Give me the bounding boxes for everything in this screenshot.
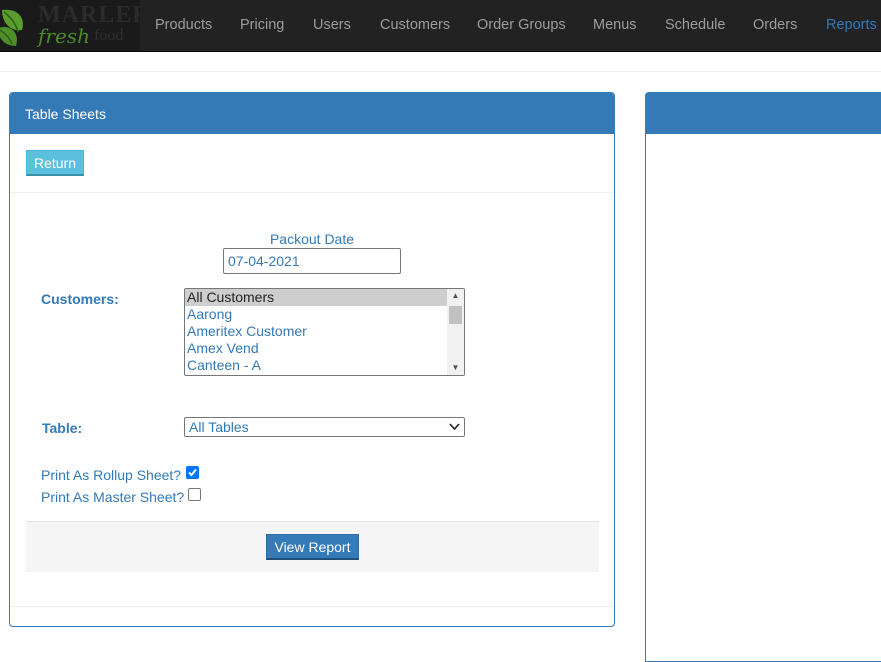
nav-products[interactable]: Products	[155, 17, 212, 33]
brand-logo[interactable]: MARLER fresh food	[0, 0, 140, 51]
customer-option-all[interactable]: All Customers	[185, 289, 447, 306]
customers-listbox[interactable]: All Customers Aarong Ameritex Customer A…	[184, 288, 465, 376]
master-sheet-label: Print As Master Sheet?	[41, 489, 185, 505]
form-footer-well: View Report	[26, 521, 599, 572]
checkmark-icon	[188, 468, 197, 477]
chevron-down-icon	[449, 423, 460, 431]
header-divider	[0, 71, 881, 72]
customers-label: Customers:	[41, 291, 119, 307]
customer-option-ameritex[interactable]: Ameritex Customer	[185, 323, 447, 340]
table-sheets-panel: Table Sheets Return Packout Date Custome…	[9, 92, 615, 627]
return-button[interactable]: Return	[26, 150, 84, 176]
scrollbar-thumb[interactable]	[449, 306, 462, 324]
triangle-down-icon[interactable]: ▼	[447, 361, 464, 375]
packout-date-input[interactable]	[223, 248, 401, 274]
table-label: Table:	[42, 420, 83, 436]
customer-option-amex-vend[interactable]: Amex Vend	[185, 340, 447, 357]
brand-text-food: food	[94, 27, 124, 44]
table-select[interactable]: All Tables	[184, 417, 465, 437]
nav-reports[interactable]: Reports	[826, 17, 877, 33]
nav-menus[interactable]: Menus	[593, 17, 637, 33]
nav-customers[interactable]: Customers	[380, 17, 450, 33]
master-sheet-checkbox[interactable]	[188, 488, 201, 501]
rollup-sheet-label: Print As Rollup Sheet?	[41, 467, 182, 483]
report-output-heading	[646, 93, 881, 134]
customer-option-aarong[interactable]: Aarong	[185, 306, 447, 323]
customer-option-canteen-a[interactable]: Canteen - A	[185, 357, 447, 374]
rollup-sheet-checkbox[interactable]	[186, 466, 199, 479]
view-report-button[interactable]: View Report	[266, 534, 359, 560]
nav-schedule[interactable]: Schedule	[665, 17, 725, 33]
nav-pricing[interactable]: Pricing	[240, 17, 284, 33]
nav-order-groups[interactable]: Order Groups	[477, 17, 566, 33]
brand-text-fresh: fresh	[38, 24, 90, 48]
nav-orders[interactable]: Orders	[753, 17, 797, 33]
panel-footer-divider	[10, 606, 614, 607]
listbox-scrollbar[interactable]: ▲ ▼	[447, 289, 464, 375]
leaf-icon	[0, 9, 23, 46]
triangle-up-icon[interactable]: ▲	[447, 289, 464, 303]
report-output-panel	[645, 92, 881, 662]
packout-date-label: Packout Date	[269, 231, 355, 247]
nav-users[interactable]: Users	[313, 17, 351, 33]
panel-divider	[10, 192, 614, 193]
panel-title: Table Sheets	[10, 93, 614, 134]
top-navbar: MARLER fresh food Products Pricing Users…	[0, 0, 881, 52]
table-select-value: All Tables	[189, 419, 249, 435]
